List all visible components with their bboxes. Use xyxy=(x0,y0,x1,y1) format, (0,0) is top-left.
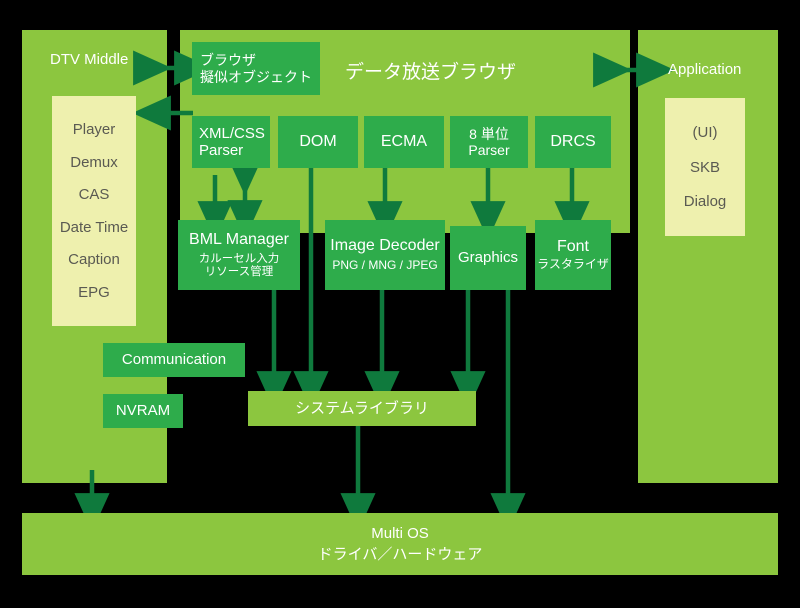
diagram-canvas: DTV Middle Application データ放送ブラウザ Player … xyxy=(0,0,800,608)
application-module-dialog: Dialog xyxy=(683,193,727,211)
box-drcs: DRCS xyxy=(535,116,611,168)
dtv-module-list: Player Demux CAS Date Time Caption EPG xyxy=(52,96,136,326)
box-system-library: システムライブラリ xyxy=(248,391,476,426)
box-dom: DOM xyxy=(278,116,358,168)
eight-unit-parser-line1: 8 単位 xyxy=(469,125,509,142)
application-module-skb: SKB xyxy=(689,158,720,176)
image-decoder-formats: PNG / MNG / JPEG xyxy=(332,257,438,272)
application-module-ui: (UI) xyxy=(692,123,718,141)
dtv-module-date-time: Date Time xyxy=(59,218,129,236)
system-library-label: システムライブラリ xyxy=(295,399,429,417)
bml-manager-sub1: カルーセル入力 xyxy=(198,252,280,265)
browser-pseudo-object-line1: ブラウザ xyxy=(200,52,256,69)
box-image-decoder: Image Decoder PNG / MNG / JPEG xyxy=(325,220,445,290)
font-sub: ラスタライザ xyxy=(537,257,609,272)
font-title: Font xyxy=(556,237,589,255)
dtv-module-cas: CAS xyxy=(78,186,110,204)
bml-manager-title: BML Manager xyxy=(189,230,289,248)
nvram-label: NVRAM xyxy=(115,402,171,420)
box-nvram: NVRAM xyxy=(103,394,183,428)
image-decoder-title: Image Decoder xyxy=(330,237,440,255)
dom-label: DOM xyxy=(299,132,337,150)
bml-manager-sub2: リソース管理 xyxy=(204,266,274,279)
xml-css-parser-line1: XML/CSS xyxy=(199,124,265,142)
application-module-list: (UI) SKB Dialog xyxy=(665,98,745,236)
box-bml-manager: BML Manager カルーセル入力 リソース管理 xyxy=(178,220,300,290)
box-ecma: ECMA xyxy=(364,116,444,168)
box-communication: Communication xyxy=(103,343,245,377)
ecma-label: ECMA xyxy=(380,132,428,150)
box-8-unit-parser: 8 単位 Parser xyxy=(450,116,528,168)
graphics-title: Graphics xyxy=(457,249,519,267)
dtv-module-caption: Caption xyxy=(68,251,120,269)
xml-css-parser-line2: Parser xyxy=(199,142,244,159)
dtv-module-player: Player xyxy=(72,121,116,139)
multi-os-line2: ドライバ／ハードウェア xyxy=(317,545,483,563)
box-browser-pseudo-object: ブラウザ 擬似オブジェクト xyxy=(192,42,320,95)
box-multi-os: Multi OS ドライバ／ハードウェア xyxy=(22,513,778,575)
title-data-broadcast-browser: データ放送ブラウザ xyxy=(345,62,517,83)
dtv-module-epg: EPG xyxy=(78,283,110,301)
multi-os-line1: Multi OS xyxy=(371,525,429,543)
drcs-label: DRCS xyxy=(550,132,596,150)
box-xml-css-parser: XML/CSS Parser xyxy=(192,116,270,168)
box-font-rasterizer: Font ラスタライザ xyxy=(535,220,611,290)
panel-title-dtv-middle: DTV Middle xyxy=(50,51,129,68)
panel-title-application: Application xyxy=(668,61,742,78)
eight-unit-parser-line2: Parser xyxy=(468,142,510,158)
dtv-module-demux: Demux xyxy=(70,153,118,171)
browser-pseudo-object-line2: 擬似オブジェクト xyxy=(200,68,312,85)
communication-label: Communication xyxy=(121,351,227,369)
box-graphics: Graphics xyxy=(450,226,526,290)
